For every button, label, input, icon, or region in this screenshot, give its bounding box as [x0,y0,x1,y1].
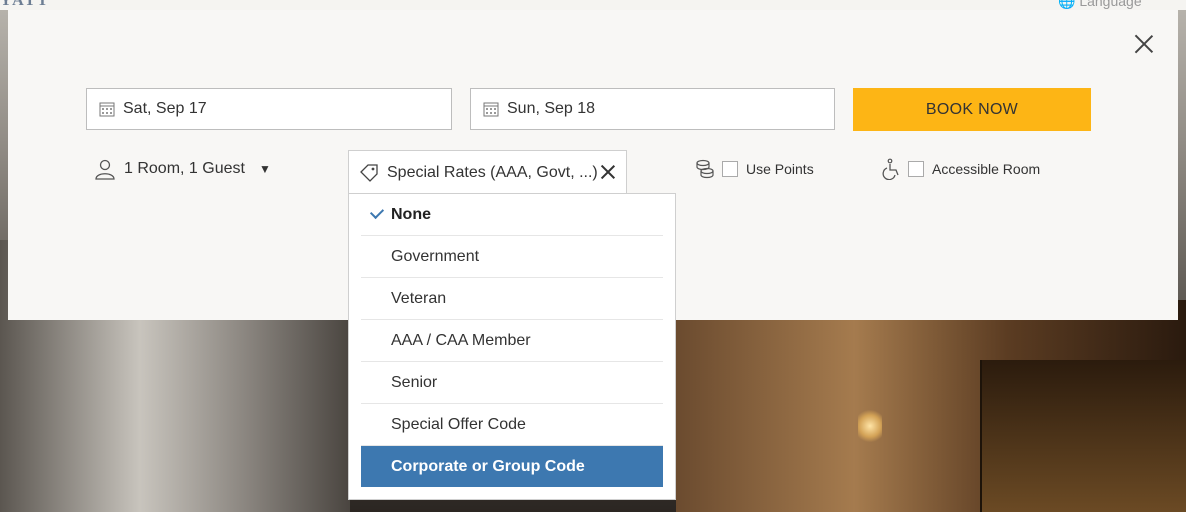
rate-option-label: Veteran [391,289,447,307]
use-points-option[interactable]: Use Points [694,158,814,180]
rooms-guests-label: 1 Room, 1 Guest [124,160,245,177]
special-rates-label: Special Rates (AAA, Govt, ...) [387,164,598,181]
checkmark-icon [369,204,385,220]
rooms-guests-selector[interactable]: 1 Room, 1 Guest ▼ [94,158,271,180]
checkin-date-value: Sat, Sep 17 [123,100,207,117]
rate-option-special-offer[interactable]: Special Offer Code [361,404,663,446]
rate-option-government[interactable]: Government [361,236,663,278]
rate-option-corporate-group[interactable]: Corporate or Group Code [361,446,663,487]
rate-option-aaa-caa[interactable]: AAA / CAA Member [361,320,663,362]
close-icon[interactable] [1134,34,1154,54]
rate-option-veteran[interactable]: Veteran [361,278,663,320]
site-header: YATT 🌐 Language [0,0,1186,10]
background-lamp [858,408,882,444]
checkout-date-field[interactable]: Sun, Sep 18 [470,88,835,130]
checkout-date-value: Sun, Sep 18 [507,100,596,117]
language-label: Language [1079,0,1142,9]
calendar-icon [483,102,499,117]
use-points-label: Use Points [746,161,814,177]
accessible-room-label: Accessible Room [932,161,1041,177]
clear-rates-icon[interactable] [600,164,616,180]
person-icon [95,159,115,180]
background-window [980,360,1186,512]
rate-option-label: Special Offer Code [391,415,526,433]
tag-icon [360,164,378,182]
book-now-button[interactable]: BOOK NOW [853,88,1091,131]
special-rates-dropdown: None Government Veteran AAA / CAA Member… [348,193,676,500]
accessible-room-checkbox[interactable] [908,161,924,177]
use-points-checkbox[interactable] [722,161,738,177]
rate-option-label: Government [391,247,480,265]
calendar-icon [99,102,115,117]
checkin-date-field[interactable]: Sat, Sep 17 [86,88,452,130]
rate-option-label: Senior [391,373,438,391]
language-selector[interactable]: 🌐 Language [1058,0,1142,10]
rate-option-label: None [391,205,431,223]
special-rates-selector[interactable]: Special Rates (AAA, Govt, ...) [348,150,627,195]
coins-icon [696,159,714,179]
accessible-room-option[interactable]: Accessible Room [882,158,1040,180]
caret-down-icon: ▼ [258,162,271,176]
rate-option-senior[interactable]: Senior [361,362,663,404]
globe-icon: 🌐 [1058,0,1076,9]
rate-option-none[interactable]: None [361,194,663,236]
site-logo[interactable]: YATT [0,0,50,10]
wheelchair-icon [882,158,899,180]
rate-option-label: AAA / CAA Member [391,331,531,349]
rate-option-label: Corporate or Group Code [391,457,585,475]
